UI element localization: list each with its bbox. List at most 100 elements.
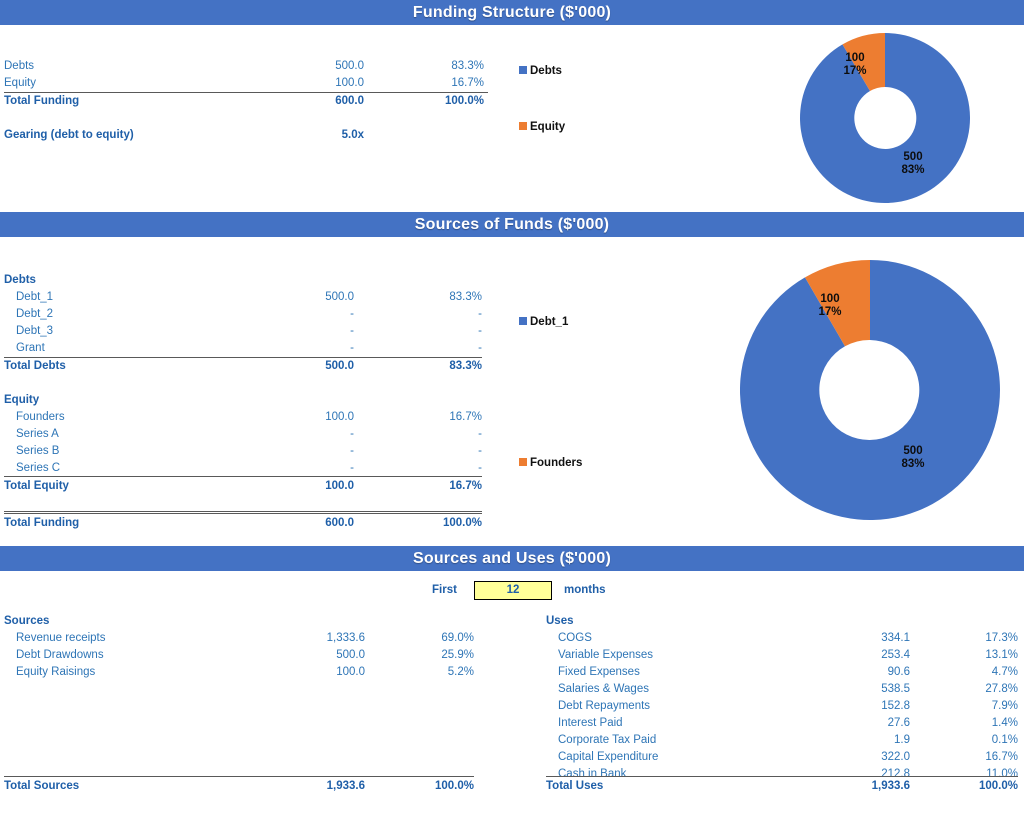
table-row-total-uses: Total Uses 1,933.6 100.0% [546,778,1018,795]
row-percent: 83.3% [449,360,482,372]
table-row: COGS 334.1 17.3% [546,630,1018,647]
row-value: 538.5 [881,683,910,695]
grand-total-rule [4,511,482,514]
row-label: Salaries & Wages [558,683,649,695]
row-percent: 27.8% [985,683,1018,695]
row-percent: 100.0% [442,517,482,529]
donut-label-percent: 17% [843,65,867,77]
row-label: Total Sources [4,780,80,792]
donut-label-value: 100 [845,52,865,64]
table-row: Debt_2 - - [4,306,482,323]
row-percent: 16.7% [985,751,1018,763]
row-value: 5.0x [341,129,364,141]
row-value: 1,933.6 [871,780,910,792]
total-rule [4,476,482,477]
row-percent: 4.7% [991,666,1018,678]
table-row-total-debts: Total Debts 500.0 83.3% [4,358,482,375]
group-label: Equity [4,394,40,406]
donut-label-percent: 83% [901,164,925,176]
row-label: Total Debts [4,360,66,372]
section-title-sources-and-uses: Sources and Uses ($'000) [0,546,1024,571]
legend-item-debt-1[interactable]: Debt_1 [519,316,568,328]
table-row: Debt Repayments 152.8 7.9% [546,698,1018,715]
row-label: Interest Paid [558,717,623,729]
table-row-total-sources: Total Sources 1,933.6 100.0% [4,778,474,795]
period-prefix-label: First [432,584,457,596]
row-percent: 7.9% [991,700,1018,712]
legend-label: Debt_1 [530,316,569,328]
row-label: Series A [16,428,59,440]
donut-label-founders: 100 17% [795,293,865,319]
row-label: Series C [16,462,61,474]
row-percent: 83.3% [449,291,482,303]
donut-label-debt-1: 500 83% [878,445,948,471]
row-label: Equity Raisings [16,666,96,678]
row-value: - [350,428,354,440]
row-percent: 25.9% [441,649,474,661]
row-value: - [350,308,354,320]
legend-item-equity[interactable]: Equity [519,121,565,133]
table-row: Equity Raisings 100.0 5.2% [4,664,474,681]
sources-of-funds-donut-chart[interactable] [740,260,1000,520]
table-row: Series B - - [4,443,482,460]
row-label: Series B [16,445,60,457]
row-label: Debts [4,60,35,72]
row-label: Debt_2 [16,308,54,320]
row-label: Total Uses [546,780,604,792]
table-row-total-equity: Total Equity 100.0 16.7% [4,478,482,495]
legend-item-debts[interactable]: Debts [519,65,562,77]
table-row: Capital Expenditure 322.0 16.7% [546,749,1018,766]
group-label: Uses [546,615,574,627]
row-label: Gearing (debt to equity) [4,129,134,141]
table-row-gearing: Gearing (debt to equity) 5.0x [4,127,488,144]
row-percent: - [478,342,482,354]
row-label: Capital Expenditure [558,751,659,763]
table-row: Corporate Tax Paid 1.9 0.1% [546,732,1018,749]
row-percent: - [478,445,482,457]
row-label: Debt_3 [16,325,54,337]
table-row: Fixed Expenses 90.6 4.7% [546,664,1018,681]
row-value: 1,933.6 [326,780,365,792]
sources-table: Sources Revenue receipts 1,333.6 69.0% D… [4,613,474,792]
row-value: 152.8 [881,700,910,712]
row-value: 500.0 [336,649,365,661]
row-value: 100.0 [325,480,354,492]
group-label: Sources [4,615,50,627]
row-label: Debt Drawdowns [16,649,104,661]
row-label: Founders [16,411,65,423]
total-rule [546,776,1018,777]
row-value: 253.4 [881,649,910,661]
table-row: Equity 100.0 16.7% [4,75,488,92]
row-percent: 13.1% [985,649,1018,661]
period-suffix-label: months [564,584,606,596]
row-value: 600.0 [325,517,354,529]
row-value: 322.0 [881,751,910,763]
legend-item-founders[interactable]: Founders [519,457,582,469]
donut-label-value: 500 [903,445,923,457]
row-value: 90.6 [887,666,910,678]
table-row: Series A - - [4,426,482,443]
row-percent: - [478,462,482,474]
row-value: 1.9 [894,734,910,746]
row-label: Total Funding [4,517,80,529]
row-percent: 16.7% [451,77,484,89]
row-percent: 0.1% [991,734,1018,746]
donut-label-value: 100 [820,293,840,305]
table-row: Salaries & Wages 538.5 27.8% [546,681,1018,698]
row-label: Debt_1 [16,291,54,303]
row-percent: 100.0% [978,780,1018,792]
legend-label: Founders [530,457,583,469]
row-value: 600.0 [335,95,364,107]
table-row-grand-total: Total Funding 600.0 100.0% [4,515,482,532]
legend-label: Equity [530,121,566,133]
row-value: 100.0 [336,666,365,678]
table-row: Founders 100.0 16.7% [4,409,482,426]
months-input[interactable]: 12 [474,581,552,600]
table-row: Variable Expenses 253.4 13.1% [546,647,1018,664]
row-label: Total Equity [4,480,69,492]
row-value: 1,333.6 [326,632,365,644]
sources-of-funds-table: Debts Debt_1 500.0 83.3% Debt_2 - - Debt… [4,272,482,532]
row-label: Fixed Expenses [558,666,640,678]
legend-swatch-icon [519,121,527,130]
section-title-sources-of-funds: Sources of Funds ($'000) [0,212,1024,237]
